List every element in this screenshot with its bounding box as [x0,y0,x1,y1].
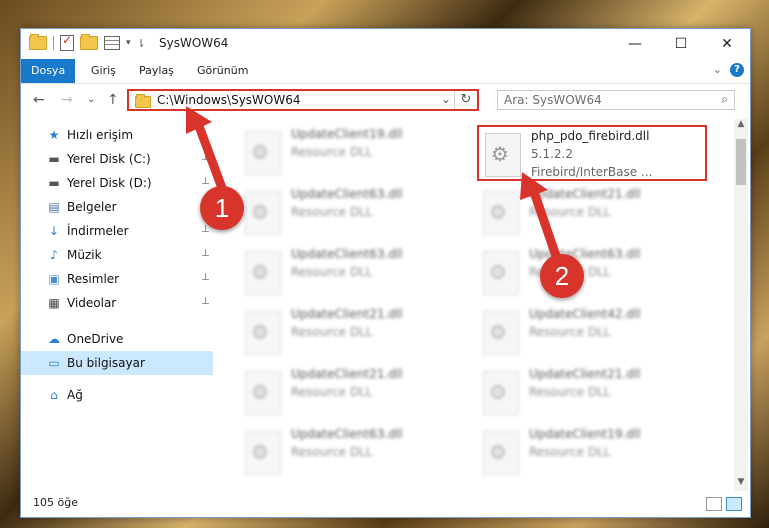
step-badge-1: 1 [200,186,244,230]
arrow-1-shaft [191,113,227,193]
annotation-arrows [186,106,561,261]
arrow-2-shaft [527,181,561,261]
step-badge-2: 2 [540,254,584,298]
